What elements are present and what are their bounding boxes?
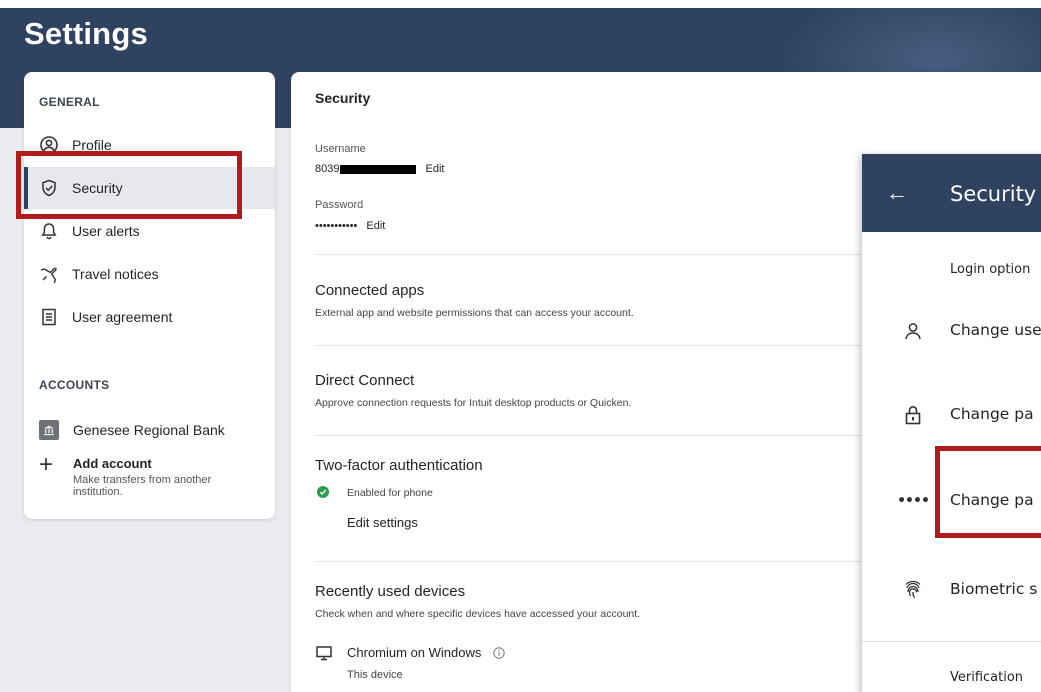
mobile-app-bar: ← Security — [862, 154, 1041, 232]
recently-used-devices-title: Recently used devices — [315, 583, 466, 600]
divider — [315, 254, 875, 255]
monitor-icon — [315, 644, 333, 667]
person-icon — [902, 320, 924, 342]
username-value: 8039 — [315, 163, 340, 175]
document-icon — [39, 307, 59, 327]
mobile-row-label: Change pa — [950, 405, 1034, 423]
dots-icon: •••• — [897, 493, 930, 509]
sidebar-item-profile[interactable]: Profile — [24, 124, 275, 166]
general-section-label: GENERAL — [39, 95, 100, 109]
connected-apps-title[interactable]: Connected apps — [315, 282, 424, 299]
password-label: Password — [315, 199, 364, 211]
login-options-heading: Login option — [950, 262, 1031, 277]
two-factor-title: Two-factor authentication — [315, 457, 483, 474]
add-account-button[interactable]: + Add account Make transfers from anothe… — [39, 451, 243, 499]
connected-apps-description: External app and website permissions tha… — [315, 307, 634, 319]
info-icon[interactable] — [493, 647, 505, 662]
profile-icon — [39, 135, 59, 155]
password-value: ••••••••••• — [315, 220, 358, 232]
back-arrow-icon[interactable]: ← — [886, 180, 908, 206]
sidebar-item-label: User agreement — [72, 309, 173, 325]
mobile-screen-title: Security — [950, 182, 1037, 206]
sidebar-item-security[interactable]: Security — [24, 167, 275, 209]
shield-icon — [39, 178, 59, 198]
divider — [315, 345, 875, 346]
lock-icon — [902, 404, 924, 426]
sidebar-item-user-agreement[interactable]: User agreement — [24, 296, 275, 338]
add-account-description: Make transfers from another institution. — [73, 474, 212, 498]
divider — [862, 641, 1041, 642]
device-name[interactable]: Chromium on Windows — [347, 645, 505, 662]
device-subtitle: This device — [347, 669, 403, 681]
page-title: Settings — [24, 16, 148, 51]
settings-nav: GENERAL Profile Security User alerts Tra… — [24, 72, 275, 519]
mobile-security-screen: ← Security Login option Change use Chang… — [862, 154, 1041, 692]
mobile-row-label: Biometric s — [950, 580, 1038, 598]
username-label: Username — [315, 143, 366, 155]
check-circle-icon — [317, 486, 329, 498]
direct-connect-description: Approve connection requests for Intuit d… — [315, 397, 632, 409]
mobile-row-biometric[interactable]: Biometric s — [862, 565, 1041, 615]
mobile-row-label: Change pa — [950, 491, 1034, 509]
sidebar-item-label: User alerts — [72, 223, 140, 239]
sidebar-item-label: Travel notices — [72, 266, 159, 282]
plane-icon — [39, 264, 59, 284]
password-row: ••••••••••• Edit — [315, 220, 385, 232]
mobile-row-change-passcode[interactable]: •••• Change pa — [862, 476, 1041, 526]
edit-password-link[interactable]: Edit — [366, 220, 385, 232]
account-genesee-regional-bank[interactable]: Genesee Regional Bank — [39, 420, 225, 440]
device-name-label: Chromium on Windows — [347, 645, 482, 660]
direct-connect-title[interactable]: Direct Connect — [315, 372, 414, 389]
add-account-label: Add account — [73, 456, 152, 471]
plus-icon: + — [39, 451, 54, 478]
recently-used-devices-description: Check when and where specific devices ha… — [315, 608, 641, 620]
edit-two-factor-settings-link[interactable]: Edit settings — [347, 515, 418, 530]
sidebar-item-label: Profile — [72, 137, 112, 153]
two-factor-status: Enabled for phone — [347, 487, 433, 499]
mobile-row-change-username[interactable]: Change use — [862, 306, 1041, 356]
sidebar-item-label: Security — [72, 180, 123, 196]
username-row: 8039 Edit — [315, 163, 444, 175]
bank-icon — [39, 420, 59, 440]
divider — [315, 561, 875, 562]
mobile-row-label: Change use — [950, 321, 1041, 339]
accounts-section-label: ACCOUNTS — [39, 378, 110, 392]
bell-icon — [39, 221, 59, 241]
divider — [315, 435, 875, 436]
sidebar-item-travel-notices[interactable]: Travel notices — [24, 253, 275, 295]
fingerprint-icon — [902, 579, 924, 601]
edit-username-link[interactable]: Edit — [425, 163, 444, 175]
bank-name: Genesee Regional Bank — [73, 422, 225, 438]
redaction-bar — [340, 164, 417, 174]
verification-heading: Verification — [950, 670, 1024, 685]
security-title: Security — [315, 90, 371, 106]
sidebar-item-user-alerts[interactable]: User alerts — [24, 210, 275, 252]
mobile-row-change-password[interactable]: Change pa — [862, 390, 1041, 440]
